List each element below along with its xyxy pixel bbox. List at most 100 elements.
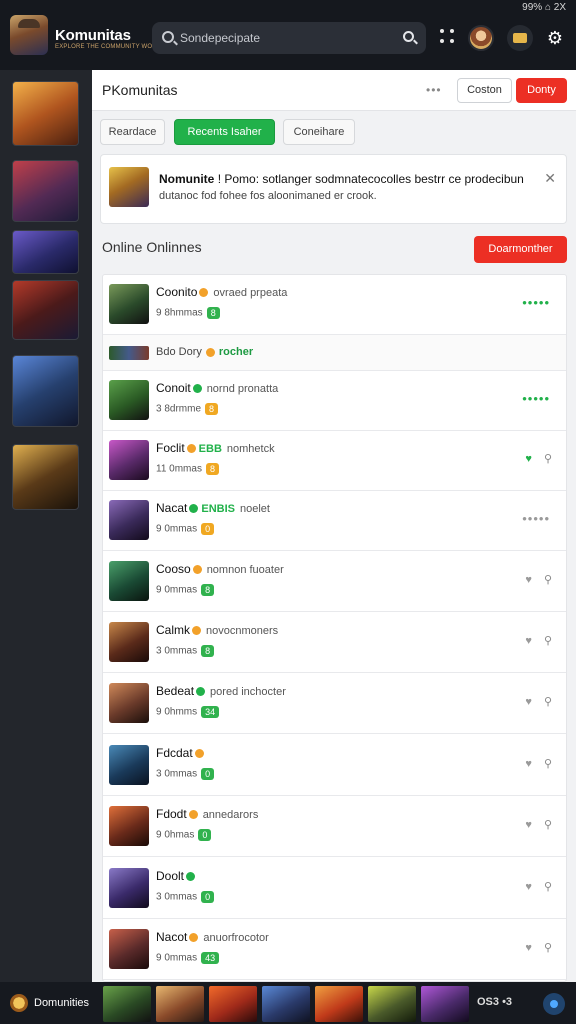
member-description: novocnmoners bbox=[206, 625, 279, 637]
user-icon[interactable]: ⚲ bbox=[544, 574, 552, 586]
member-name[interactable]: Doolt bbox=[156, 869, 184, 883]
more-icon[interactable]: ••••• bbox=[522, 295, 550, 310]
chat-icon[interactable] bbox=[543, 993, 565, 1015]
list-item[interactable]: Bedeat pored inchocter 9 0hmms 34 ♥ ⚲ bbox=[103, 674, 566, 734]
heart-icon[interactable]: ♥ bbox=[525, 635, 532, 647]
member-subline: 9 0hmas 0 bbox=[156, 829, 212, 841]
list-item[interactable]: Conoit nornd pronatta 3 8drmme 8 ••••• bbox=[103, 371, 566, 431]
game-thumb[interactable] bbox=[209, 986, 257, 1022]
tab-reardace[interactable]: Reardace bbox=[100, 119, 165, 145]
member-avatar[interactable] bbox=[109, 622, 149, 662]
heart-icon[interactable]: ♥ bbox=[525, 942, 532, 954]
member-avatar[interactable] bbox=[109, 929, 149, 969]
trophy-icon[interactable] bbox=[507, 25, 533, 51]
member-avatar[interactable] bbox=[109, 745, 149, 785]
member-count: 9 0mmas bbox=[156, 584, 198, 596]
member-name[interactable]: Fdcdat bbox=[156, 746, 193, 760]
list-item[interactable]: Doolt 3 0mmas 0 ♥ ⚲ bbox=[103, 859, 566, 919]
coston-button[interactable]: Coston bbox=[457, 78, 512, 103]
user-icon[interactable]: ⚲ bbox=[544, 819, 552, 831]
user-icon[interactable]: ⚲ bbox=[544, 696, 552, 708]
game-thumb[interactable] bbox=[315, 986, 363, 1022]
member-name[interactable]: Calmk bbox=[156, 623, 190, 637]
list-item[interactable]: Calmk novocnmoners 3 0mmas 8 ♥ ⚲ bbox=[103, 613, 566, 673]
member-avatar[interactable] bbox=[109, 806, 149, 846]
app-logo[interactable] bbox=[10, 15, 48, 55]
user-icon[interactable]: ⚲ bbox=[544, 942, 552, 954]
list-item[interactable]: Foclit EBB nomhetck 11 0mmas 8 ♥ ⚲ bbox=[103, 431, 566, 491]
game-thumb[interactable] bbox=[103, 986, 151, 1022]
member-name[interactable]: Coonito bbox=[156, 285, 197, 299]
gear-icon[interactable]: ⚙ bbox=[546, 29, 564, 47]
member-name[interactable]: Nacot bbox=[156, 930, 187, 944]
bottom-bar-label[interactable]: Domunities bbox=[34, 997, 89, 1009]
game-thumb[interactable] bbox=[12, 81, 79, 146]
member-avatar[interactable] bbox=[109, 868, 149, 908]
count-pill: 0 bbox=[201, 891, 215, 903]
list-item[interactable]: Fdcdat 3 0mmas 0 ♥ ⚲ bbox=[103, 736, 566, 796]
game-thumb[interactable] bbox=[12, 280, 79, 340]
member-count: 3 0mmas bbox=[156, 891, 198, 903]
count-pill: 8 bbox=[201, 584, 215, 596]
more-icon[interactable]: ••• bbox=[426, 83, 442, 97]
list-item[interactable]: Nacat ENBIS noelet 9 0mmas 0 ••••• bbox=[103, 491, 566, 551]
donty-button[interactable]: Donty bbox=[516, 78, 567, 103]
member-list: Coonito ovraed prpeata 9 8hmmas 8 ••••• Conoi… bbox=[102, 274, 567, 982]
list-item[interactable]: Cooso nomnon fuoater 9 0mmas 8 ♥ ⚲ bbox=[103, 552, 566, 612]
member-avatar[interactable] bbox=[109, 380, 149, 420]
tab-recents[interactable]: Recents Isaher bbox=[174, 119, 275, 145]
member-name[interactable]: Fdodt bbox=[156, 807, 187, 821]
search-submit-icon[interactable] bbox=[403, 31, 414, 42]
group-highlight: rocher bbox=[218, 346, 254, 358]
game-thumb[interactable] bbox=[421, 986, 469, 1022]
notice-card: Nomunite ! Pomo: sotlanger sodmnatecocol… bbox=[100, 154, 567, 224]
member-description: nomhetck bbox=[226, 443, 275, 455]
count-pill: 8 bbox=[205, 403, 219, 415]
user-avatar[interactable] bbox=[468, 25, 494, 51]
heart-icon[interactable]: ♥ bbox=[525, 758, 532, 770]
more-icon[interactable]: ••••• bbox=[522, 511, 550, 526]
member-name[interactable]: Foclit bbox=[156, 441, 185, 455]
member-name[interactable]: Nacat bbox=[156, 501, 187, 515]
grid-icon[interactable] bbox=[440, 29, 456, 45]
list-item[interactable]: Fdodt annedarors 9 0hmas 0 ♥ ⚲ bbox=[103, 797, 566, 857]
tab-coneihare[interactable]: Coneihare bbox=[283, 119, 355, 145]
member-avatar[interactable] bbox=[109, 284, 149, 324]
search-input[interactable]: Sondepecipate bbox=[152, 22, 426, 54]
member-name[interactable]: Cooso bbox=[156, 562, 191, 576]
online-action-button[interactable]: Doarmonther bbox=[474, 236, 567, 263]
user-icon[interactable]: ⚲ bbox=[544, 635, 552, 647]
heart-icon[interactable]: ♥ bbox=[525, 881, 532, 893]
game-thumb[interactable] bbox=[262, 986, 310, 1022]
member-avatar[interactable] bbox=[109, 500, 149, 540]
user-icon[interactable]: ⚲ bbox=[544, 758, 552, 770]
list-item[interactable]: Coonito ovraed prpeata 9 8hmmas 8 ••••• bbox=[103, 275, 566, 335]
group-name: Bdo Dory bbox=[156, 346, 202, 358]
close-icon[interactable]: ✕ bbox=[544, 170, 556, 187]
count-pill: 0 bbox=[201, 523, 215, 535]
game-thumb[interactable] bbox=[12, 355, 79, 427]
count-pill: 8 bbox=[201, 645, 215, 657]
member-name[interactable]: Bedeat bbox=[156, 684, 194, 698]
game-thumb[interactable] bbox=[12, 230, 79, 274]
member-avatar[interactable] bbox=[109, 683, 149, 723]
game-thumb[interactable] bbox=[368, 986, 416, 1022]
member-avatar[interactable] bbox=[109, 440, 149, 480]
more-icon[interactable]: ••••• bbox=[522, 391, 550, 406]
game-thumb[interactable] bbox=[12, 160, 79, 222]
user-icon[interactable]: ⚲ bbox=[544, 881, 552, 893]
member-name[interactable]: Conoit bbox=[156, 381, 191, 395]
heart-icon[interactable]: ♥ bbox=[525, 574, 532, 586]
game-thumb[interactable] bbox=[156, 986, 204, 1022]
heart-icon[interactable]: ♥ bbox=[525, 819, 532, 831]
game-thumb[interactable] bbox=[12, 444, 79, 510]
member-avatar[interactable] bbox=[109, 561, 149, 601]
user-icon[interactable]: ⚲ bbox=[544, 453, 552, 465]
count-pill: 43 bbox=[201, 952, 220, 964]
communities-icon[interactable] bbox=[10, 994, 28, 1012]
heart-icon[interactable]: ♥ bbox=[525, 453, 532, 465]
status-badge-icon bbox=[186, 444, 196, 454]
list-item[interactable]: Nacot anuorfrocotor 9 0mmas 43 ♥ ⚲ bbox=[103, 920, 566, 980]
group-row[interactable]: Bdo Dory rocher bbox=[103, 335, 566, 371]
heart-icon[interactable]: ♥ bbox=[525, 696, 532, 708]
